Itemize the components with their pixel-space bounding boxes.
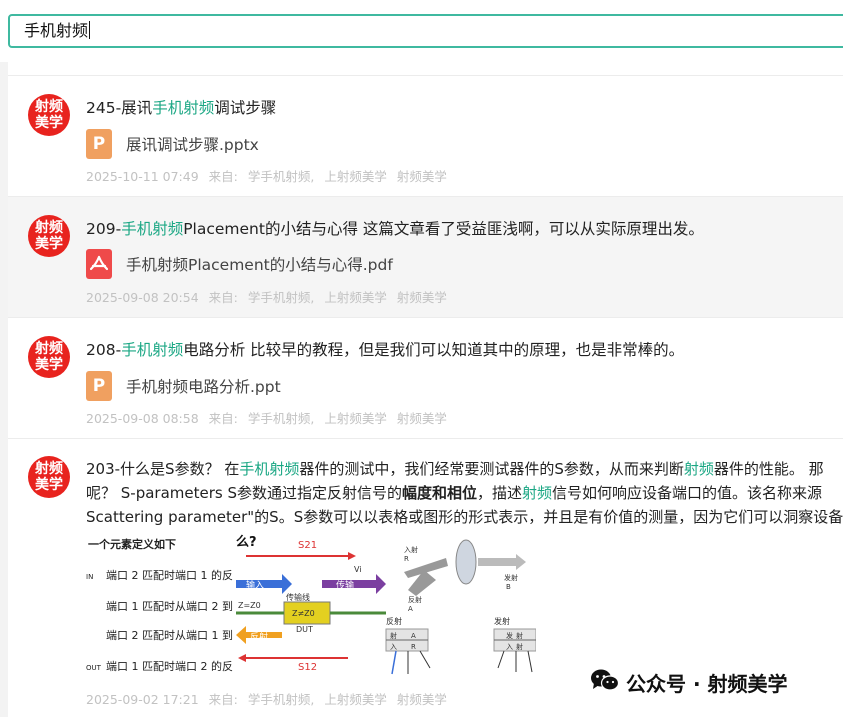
item-title[interactable]: 209-手机射频Placement的小结与心得 这篇文章看了受益匪浅啊，可以从实… — [86, 217, 704, 239]
incident-label: 入射 — [404, 545, 418, 554]
zz0-label: Z≠Z0 — [292, 609, 315, 618]
figure-def-title: 一个元素定义如下 — [88, 537, 176, 551]
keyword-highlight: 手机射频 — [121, 220, 184, 238]
svg-text:A: A — [411, 632, 416, 640]
tag[interactable]: 上射频美学 — [324, 169, 387, 184]
from-label: 来自: — [208, 411, 238, 426]
article-figure: 一个元素定义如下 IN 端口 2 匹配时端口 1 的反 端口 1 匹配时从端口 … — [86, 534, 537, 680]
reflect-text: 反射 — [408, 595, 422, 604]
tag[interactable]: 射频美学 — [397, 411, 447, 426]
list-item[interactable]: 射频 美学 245-展讯手机射频调试步骤 P 展讯调试步骤.pptx 2025-… — [8, 76, 843, 197]
keyword-highlight: 射频 — [683, 460, 714, 478]
avatar: 射频 美学 — [28, 456, 70, 498]
avatar: 射频 美学 — [28, 336, 70, 378]
list-item[interactable]: 射频 美学 209-手机射频Placement的小结与心得 这篇文章看了受益匪浅… — [8, 197, 843, 318]
item-title[interactable]: 208-手机射频电路分析 比较早的教程，但是我们可以知道其中的原理，也是非常棒的… — [86, 338, 684, 360]
tag[interactable]: 学手机射频, — [248, 169, 314, 184]
article-excerpt[interactable]: 203-什么是S参数？ 在手机射频器件的测试中，我们经常要测试器件的S参数，从而… — [86, 457, 843, 529]
figure-row: 端口 2 匹配时从端口 1 到 — [106, 629, 233, 642]
reflect-section-label: 反射 — [386, 616, 402, 626]
from-label: 来自: — [208, 169, 238, 184]
file-attachment[interactable]: P 手机射频电路分析.ppt — [86, 371, 281, 401]
result-list: 射频 美学 245-展讯手机射频调试步骤 P 展讯调试步骤.pptx 2025-… — [8, 62, 843, 717]
svg-text:射: 射 — [390, 631, 397, 640]
input-label: 输入 — [246, 579, 264, 591]
search-bar-area: 手机射频 — [0, 0, 843, 62]
file-name: 展讯调试步骤.pptx — [126, 136, 259, 154]
keyword-highlight: 射频 — [522, 484, 553, 502]
s12-label: S12 — [298, 662, 317, 673]
svg-text:射: 射 — [516, 642, 523, 651]
vi-label: Vi — [354, 565, 362, 574]
keyword-highlight: 手机射频 — [121, 341, 184, 359]
tag[interactable]: 学手机射频, — [248, 411, 314, 426]
item-meta: 2025-09-08 08:58 来自: 学手机射频, 上射频美学 射频美学 — [86, 408, 457, 427]
incident-r: R — [404, 555, 409, 563]
item-date: 2025-09-08 08:58 — [86, 411, 199, 426]
text-caret — [89, 21, 91, 39]
reflect-a: A — [408, 605, 413, 613]
tag[interactable]: 上射频美学 — [324, 692, 387, 707]
from-label: 来自: — [208, 290, 238, 305]
item-meta: 2025-09-08 20:54 来自: 学手机射频, 上射频美学 射频美学 — [86, 287, 457, 306]
list-top-divider — [8, 62, 843, 76]
item-date: 2025-09-08 20:54 — [86, 290, 199, 305]
figure-row: 端口 1 匹配时从端口 2 到 — [106, 600, 233, 613]
tag[interactable]: 学手机射频, — [248, 692, 314, 707]
tag[interactable]: 学手机射频, — [248, 290, 314, 305]
tag[interactable]: 上射频美学 — [324, 290, 387, 305]
item-meta: 2025-09-02 17:21 来自: 学手机射频, 上射频美学 射频美学 — [86, 689, 457, 708]
transmit-text: 发射 — [504, 573, 518, 582]
pdf-icon — [86, 249, 112, 279]
figure-in-prefix: IN — [86, 573, 93, 581]
s21-label: S21 — [298, 540, 317, 551]
search-input[interactable]: 手机射频 — [8, 14, 843, 48]
svg-text:发: 发 — [506, 631, 513, 640]
line-label: 传输线 — [286, 592, 310, 602]
tag[interactable]: 射频美学 — [397, 692, 447, 707]
file-attachment[interactable]: 手机射频Placement的小结与心得.pdf — [86, 249, 393, 279]
svg-text:入: 入 — [390, 643, 397, 651]
keyword-highlight: 手机射频 — [239, 460, 300, 478]
file-name: 手机射频电路分析.ppt — [126, 378, 281, 396]
svg-text:射: 射 — [516, 631, 523, 640]
tag[interactable]: 上射频美学 — [324, 411, 387, 426]
figure-out-prefix: OUT — [86, 664, 102, 672]
list-item[interactable]: 射频 美学 208-手机射频电路分析 比较早的教程，但是我们可以知道其中的原理，… — [8, 318, 843, 439]
search-query: 手机射频 — [24, 21, 89, 40]
transmit-b: B — [506, 583, 511, 591]
tag[interactable]: 射频美学 — [397, 169, 447, 184]
dut-label: DUT — [296, 625, 313, 634]
ppt-icon: P — [86, 129, 112, 159]
ppt-icon: P — [86, 371, 112, 401]
item-date: 2025-09-02 17:21 — [86, 692, 199, 707]
reflect-label: 反射 — [250, 631, 268, 643]
item-meta: 2025-10-11 07:49 来自: 学手机射频, 上射频美学 射频美学 — [86, 166, 457, 185]
figure-row: 端口 1 匹配时端口 2 的反 — [106, 659, 233, 673]
watermark: 公众号 · 射频美学 — [590, 668, 788, 697]
keyword-highlight: 手机射频 — [152, 99, 215, 117]
tag[interactable]: 射频美学 — [397, 290, 447, 305]
transmit-section-label: 发射 — [494, 616, 510, 626]
file-name: 手机射频Placement的小结与心得.pdf — [126, 256, 393, 274]
svg-text:R: R — [411, 643, 416, 651]
item-title[interactable]: 245-展讯手机射频调试步骤 — [86, 96, 276, 118]
figure-question: 么? — [236, 535, 257, 550]
file-attachment[interactable]: P 展讯调试步骤.pptx — [86, 129, 259, 159]
avatar: 射频 美学 — [28, 94, 70, 136]
svg-text:入: 入 — [506, 643, 513, 651]
avatar: 射频 美学 — [28, 215, 70, 257]
transmit-label: 传输 — [336, 579, 354, 591]
wechat-icon — [590, 668, 620, 697]
watermark-text: 公众号 · 射频美学 — [626, 672, 788, 696]
item-date: 2025-10-11 07:49 — [86, 169, 199, 184]
figure-row: 端口 2 匹配时端口 1 的反 — [106, 568, 233, 582]
from-label: 来自: — [208, 692, 238, 707]
z0-label: Z=Z0 — [238, 601, 261, 610]
